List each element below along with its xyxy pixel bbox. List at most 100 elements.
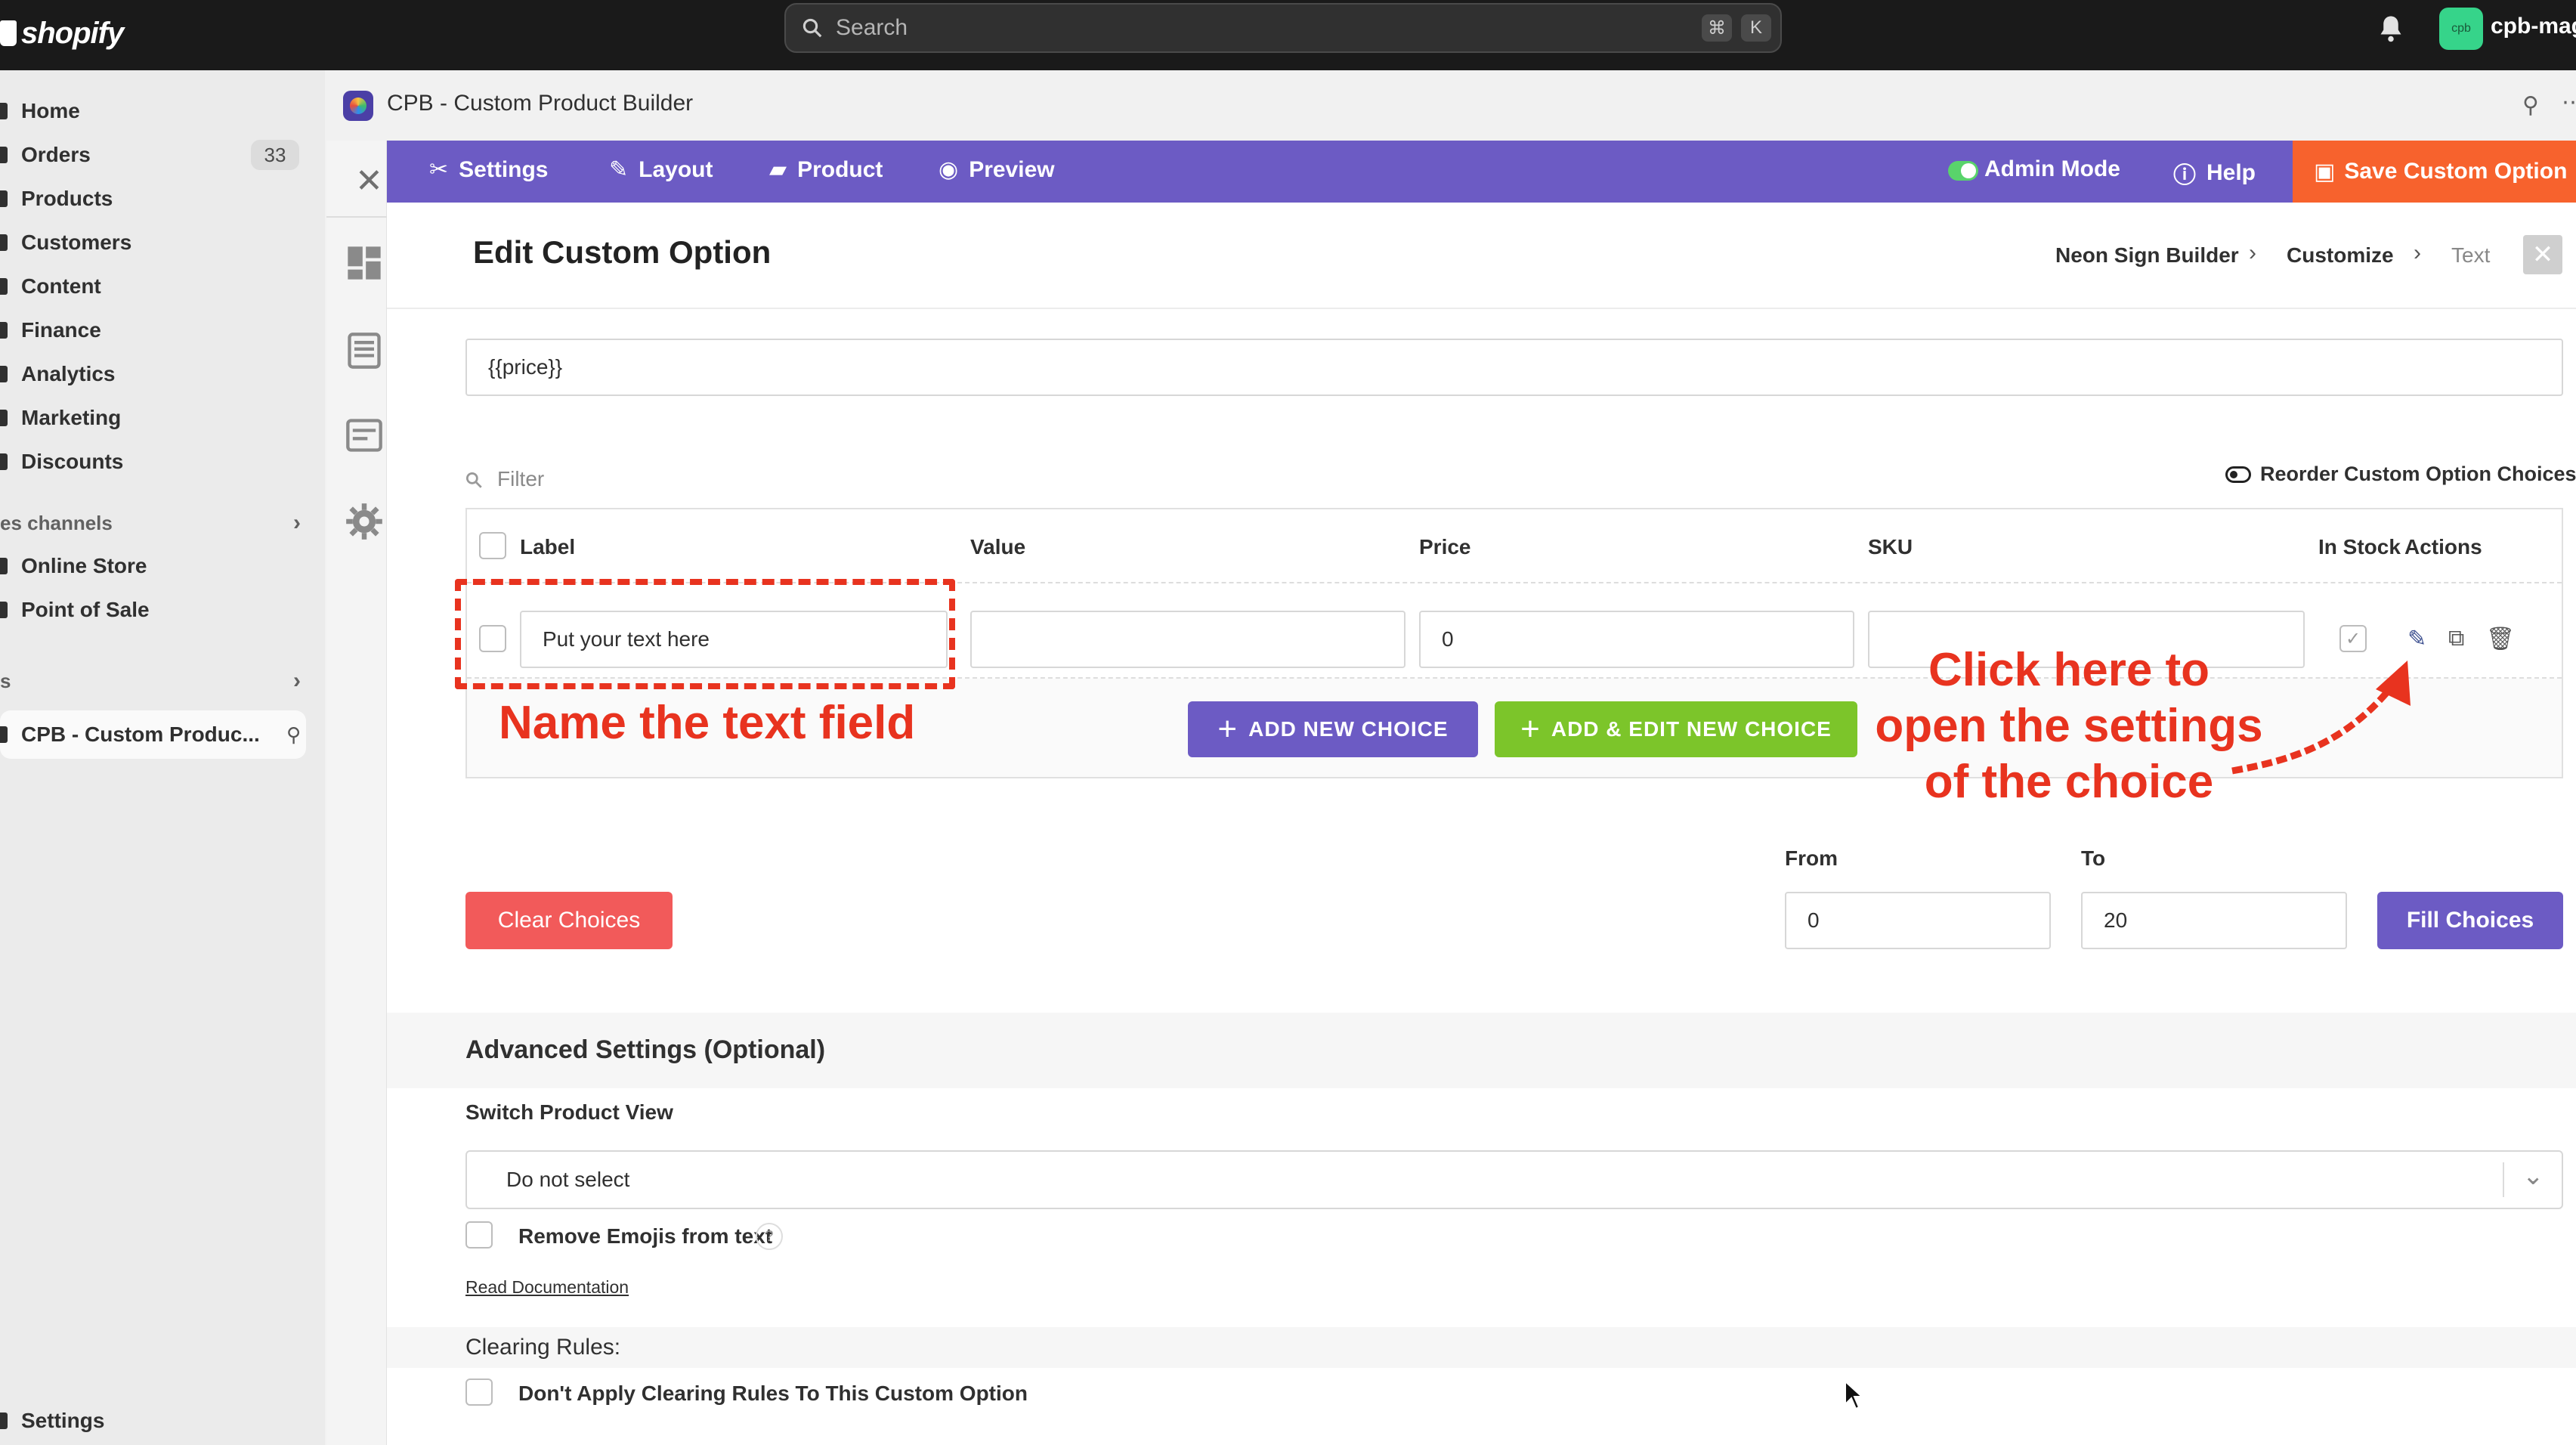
orders-icon bbox=[0, 147, 8, 163]
trash-icon[interactable]: 🗑 bbox=[2486, 626, 2515, 652]
list-icon[interactable] bbox=[345, 331, 384, 370]
finance-icon bbox=[0, 322, 8, 339]
annotation-click-here-3: of the choice bbox=[1924, 756, 2214, 808]
breadcrumb-neon-sign-builder[interactable]: Neon Sign Builder bbox=[2055, 243, 2239, 268]
duplicate-icon[interactable]: ⧉ bbox=[2448, 626, 2464, 651]
store-name[interactable]: cpb-mago bbox=[2491, 14, 2576, 39]
store-avatar[interactable]: cpb bbox=[2439, 8, 2483, 50]
nav-products[interactable]: Products bbox=[0, 179, 310, 218]
close-icon[interactable]: ✕ bbox=[355, 162, 383, 200]
choice-price-input[interactable]: 0 bbox=[1419, 611, 1854, 668]
save-custom-option-button[interactable]: ▣ Save Custom Option bbox=[2293, 141, 2576, 203]
help-icon[interactable]: ? bbox=[756, 1223, 783, 1250]
bag-icon: ▰ bbox=[769, 157, 787, 182]
nav-content[interactable]: Content bbox=[0, 267, 310, 306]
shopify-bag-icon bbox=[0, 20, 17, 46]
nav-finance[interactable]: Finance bbox=[0, 311, 310, 350]
fill-choices-button[interactable]: Fill Choices bbox=[2377, 892, 2563, 949]
nav-analytics[interactable]: Analytics bbox=[0, 354, 310, 394]
nav-sales-channels-header[interactable]: es channels › bbox=[0, 508, 310, 538]
breadcrumb-text: Text bbox=[2451, 243, 2491, 267]
clearing-rules-band bbox=[387, 1327, 2576, 1368]
search-icon bbox=[465, 472, 482, 488]
nav-orders[interactable]: Orders 33 bbox=[0, 135, 310, 175]
breadcrumb-customize[interactable]: Customize bbox=[2287, 243, 2394, 268]
reorder-choices-toggle[interactable]: Reorder Custom Option Choices bbox=[2225, 463, 2576, 486]
pin-app-icon[interactable]: ⚲ bbox=[2522, 92, 2539, 119]
tab-layout[interactable]: ✎ Layout bbox=[609, 156, 713, 183]
app-icon bbox=[0, 726, 8, 743]
column-in-stock: In Stock bbox=[2318, 535, 2401, 559]
admin-mode-label[interactable]: Admin Mode bbox=[1984, 156, 2120, 182]
price-template-input[interactable]: {{price}} bbox=[465, 339, 2563, 396]
in-stock-checkbox[interactable]: ✓ bbox=[2339, 625, 2367, 652]
save-icon: ▣ bbox=[2314, 159, 2336, 184]
point-of-sale-icon bbox=[0, 602, 8, 618]
select-all-checkbox[interactable] bbox=[479, 532, 506, 559]
help-button[interactable]: ⓘ Help bbox=[2173, 156, 2256, 190]
chevron-right-icon: › bbox=[2414, 240, 2421, 265]
to-input[interactable]: 20 bbox=[2081, 892, 2347, 949]
dashboard-icon[interactable] bbox=[345, 243, 384, 283]
nav-marketing[interactable]: Marketing bbox=[0, 398, 310, 438]
chevron-down-icon[interactable]: ⌄ bbox=[2522, 1161, 2544, 1191]
nav-point-of-sale[interactable]: Point of Sale bbox=[0, 590, 310, 630]
app-title: CPB - Custom Product Builder bbox=[387, 91, 694, 116]
discounts-icon bbox=[0, 453, 8, 470]
read-documentation-link[interactable]: Read Documentation bbox=[465, 1277, 629, 1298]
gear-icon[interactable] bbox=[345, 502, 384, 541]
tools-icon: ✂ bbox=[429, 157, 449, 182]
k-key-hint: K bbox=[1741, 14, 1771, 42]
remove-emojis-checkbox[interactable] bbox=[465, 1221, 493, 1249]
annotation-highlight-box bbox=[455, 579, 955, 689]
title-divider bbox=[387, 308, 2576, 309]
tab-product[interactable]: ▰ Product bbox=[769, 156, 883, 183]
nav-settings[interactable]: Settings bbox=[0, 1401, 310, 1440]
dont-apply-clearing-checkbox[interactable] bbox=[465, 1378, 493, 1406]
clear-choices-button[interactable]: Clear Choices bbox=[465, 892, 673, 949]
shopify-logo[interactable]: shopify bbox=[0, 11, 124, 56]
rail-divider bbox=[326, 216, 387, 218]
column-sku: SKU bbox=[1868, 535, 1913, 559]
cpb-app-icon bbox=[343, 91, 373, 121]
choice-value-input[interactable] bbox=[970, 611, 1406, 668]
add-new-choice-button[interactable]: + ADD NEW CHOICE bbox=[1188, 701, 1478, 757]
nav-discounts[interactable]: Discounts bbox=[0, 442, 310, 481]
edit-choice-icon[interactable]: ✎ bbox=[2407, 626, 2426, 652]
options-icon[interactable] bbox=[345, 416, 384, 455]
switch-product-view-label: Switch Product View bbox=[465, 1100, 673, 1124]
toggle-icon bbox=[2225, 466, 2251, 483]
admin-mode-toggle[interactable] bbox=[1948, 161, 1978, 181]
products-icon bbox=[0, 190, 8, 207]
from-label: From bbox=[1785, 846, 1838, 870]
to-label: To bbox=[2081, 846, 2106, 870]
nav-app-cpb[interactable]: CPB - Custom Produc... ⚲ bbox=[0, 715, 310, 754]
more-options-icon[interactable]: ⋯ bbox=[2562, 89, 2576, 116]
tab-settings[interactable]: ✂ Settings bbox=[429, 156, 549, 183]
advanced-settings-title: Advanced Settings (Optional) bbox=[465, 1035, 826, 1064]
remove-emojis-label: Remove Emojis from text bbox=[518, 1224, 773, 1248]
column-price: Price bbox=[1419, 535, 1471, 559]
annotation-name-field: Name the text field bbox=[499, 697, 916, 749]
chevron-right-icon: › bbox=[2249, 240, 2256, 265]
nav-online-store[interactable]: Online Store bbox=[0, 546, 310, 586]
nav-apps-header[interactable]: s › bbox=[0, 666, 310, 696]
filter-input[interactable]: Filter bbox=[497, 467, 544, 491]
annotation-arrow bbox=[2231, 661, 2411, 775]
switch-product-view-select[interactable]: Do not select bbox=[465, 1150, 2563, 1209]
from-input[interactable]: 0 bbox=[1785, 892, 2051, 949]
nav-home[interactable]: Home bbox=[0, 91, 310, 131]
tab-preview[interactable]: ◉ Preview bbox=[939, 156, 1055, 183]
bell-icon[interactable] bbox=[2377, 14, 2404, 44]
add-edit-new-choice-button[interactable]: + ADD & EDIT NEW CHOICE bbox=[1495, 701, 1857, 757]
close-editor-button[interactable]: ✕ bbox=[2523, 235, 2562, 274]
choices-table-header bbox=[467, 509, 2562, 583]
global-search-input[interactable]: Search ⌘ K bbox=[784, 3, 1782, 53]
search-icon bbox=[802, 18, 822, 38]
orders-count-badge: 33 bbox=[251, 140, 299, 170]
page-title: Edit Custom Option bbox=[473, 234, 772, 270]
pin-icon[interactable]: ⚲ bbox=[286, 723, 301, 747]
settings-gear-icon bbox=[0, 1413, 8, 1429]
nav-customers[interactable]: Customers bbox=[0, 223, 310, 262]
select-separator bbox=[2503, 1162, 2504, 1197]
